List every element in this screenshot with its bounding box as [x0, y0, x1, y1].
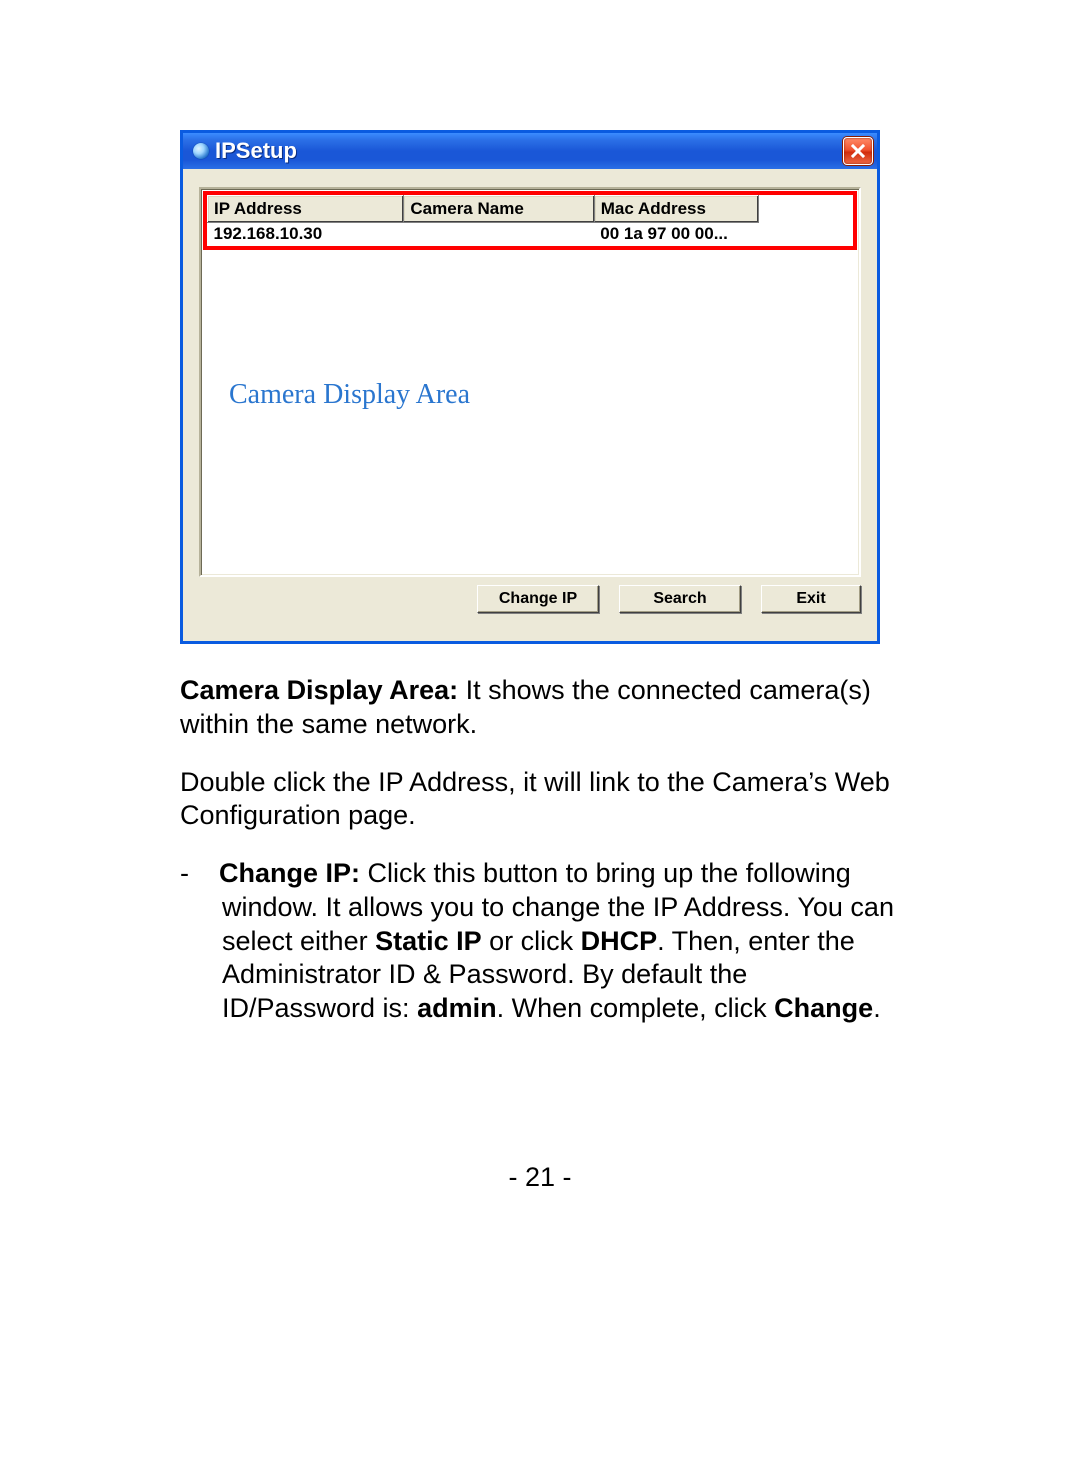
page-number: - 21 - — [0, 1162, 1080, 1193]
paragraph-camera-display-area: Camera Display Area: It shows the connec… — [180, 674, 900, 742]
paragraph-double-click: Double click the IP Address, it will lin… — [180, 766, 900, 834]
text: . — [873, 993, 881, 1023]
label-static-ip: Static IP — [375, 926, 482, 956]
camera-display-area-label: Camera Display Area — [225, 379, 474, 411]
cell-name — [404, 223, 594, 247]
col-header-mac[interactable]: Mac Address — [594, 196, 758, 223]
label-change-ip: Change IP: — [219, 858, 360, 888]
text: or click — [482, 926, 581, 956]
change-ip-button[interactable]: Change IP — [477, 585, 599, 613]
text: . When complete, click — [497, 993, 775, 1023]
exit-button[interactable]: Exit — [761, 585, 861, 613]
search-button[interactable]: Search — [619, 585, 741, 613]
camera-table: IP Address Camera Name Mac Address 192.1… — [207, 195, 759, 246]
bullet-dash: - — [180, 858, 189, 888]
camera-list[interactable]: IP Address Camera Name Mac Address 192.1… — [199, 187, 861, 577]
table-row[interactable]: 192.168.10.30 00 1a 97 00 00... — [208, 223, 759, 247]
close-button[interactable] — [843, 137, 873, 165]
col-header-ip[interactable]: IP Address — [208, 196, 404, 223]
document-body: Camera Display Area: It shows the connec… — [180, 674, 900, 1026]
titlebar[interactable]: IPSetup — [183, 133, 877, 169]
cell-mac: 00 1a 97 00 00... — [594, 223, 758, 247]
label-camera-display-area: Camera Display Area: — [180, 675, 458, 705]
label-admin: admin — [417, 993, 497, 1023]
label-change: Change — [774, 993, 873, 1023]
label-dhcp: DHCP — [581, 926, 658, 956]
ipsetup-window: IPSetup IP Address Camera Name Mac A — [180, 130, 880, 644]
window-title: IPSetup — [215, 138, 297, 164]
window-client-area: IP Address Camera Name Mac Address 192.1… — [183, 169, 877, 641]
highlight-box: IP Address Camera Name Mac Address 192.1… — [203, 191, 857, 250]
globe-icon — [193, 143, 209, 159]
paragraph-change-ip: - Change IP: Click this button to bring … — [180, 857, 900, 1026]
col-header-name[interactable]: Camera Name — [404, 196, 594, 223]
cell-ip[interactable]: 192.168.10.30 — [208, 223, 404, 247]
button-row: Change IP Search Exit — [199, 585, 861, 613]
close-icon — [851, 144, 865, 158]
